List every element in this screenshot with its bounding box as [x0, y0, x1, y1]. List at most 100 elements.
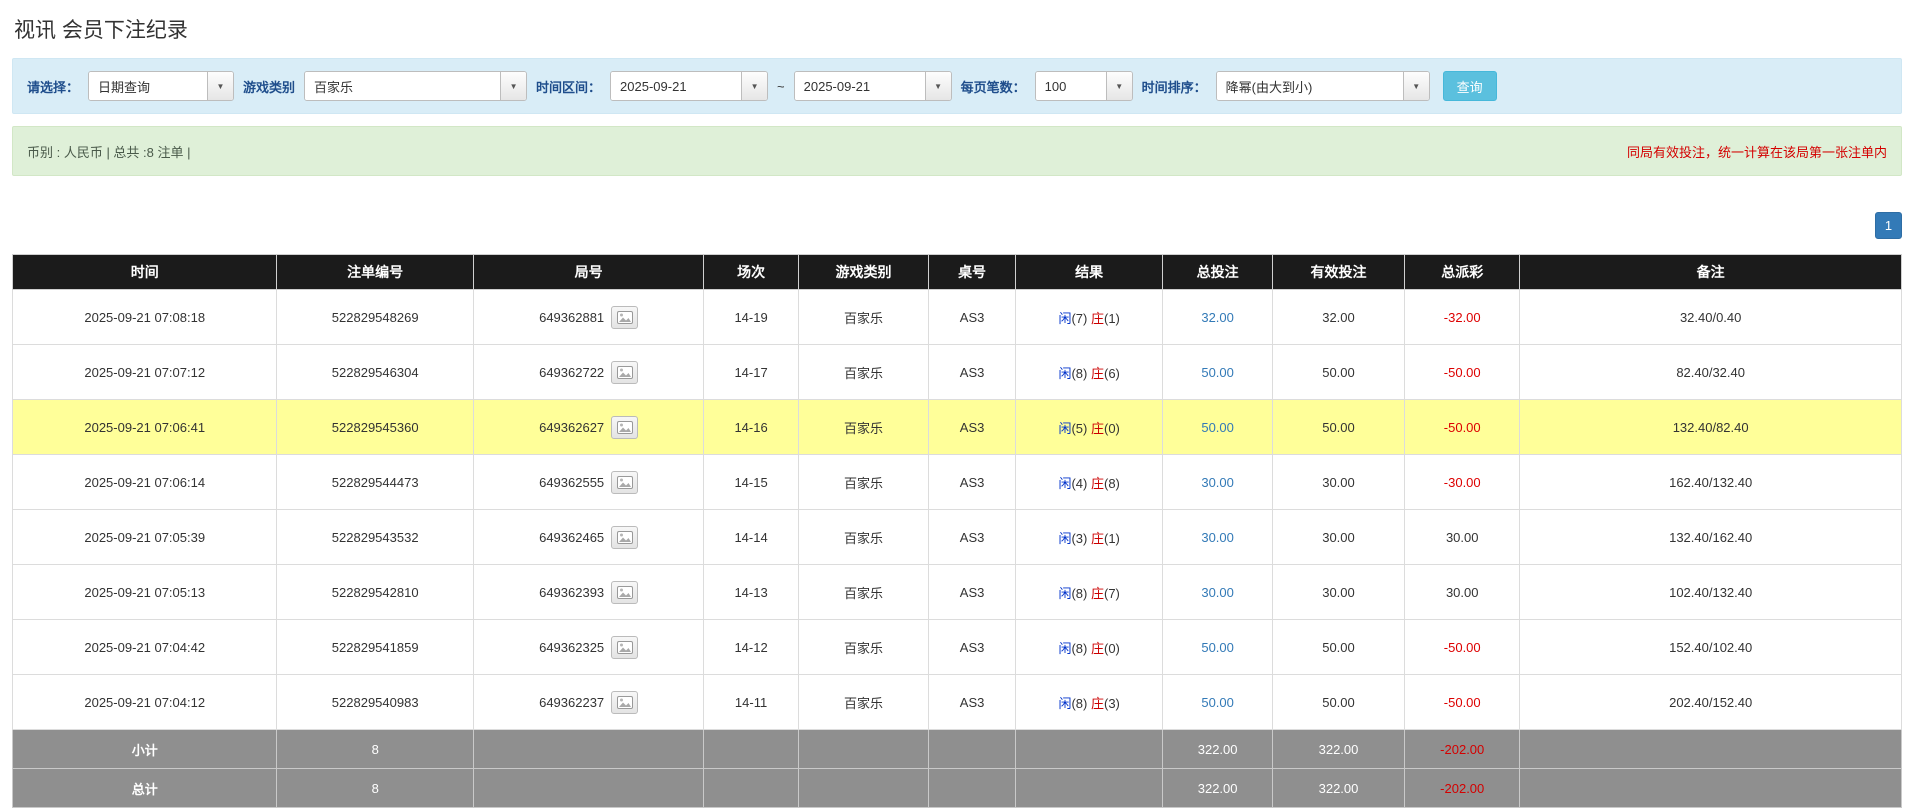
date-from-picker[interactable]: 2025-09-21 ▼	[610, 71, 769, 101]
chevron-down-icon[interactable]: ▼	[1402, 72, 1429, 100]
total-bet-link[interactable]: 30.00	[1201, 585, 1234, 600]
round-cell: 649362393	[472, 564, 705, 620]
round-cell: 649362555	[472, 454, 705, 510]
round-detail-button[interactable]	[611, 305, 639, 329]
result-cell: 闲(8) 庄(7)	[1015, 564, 1164, 620]
subtotal-row-label-cell: 小计	[11, 729, 278, 769]
chevron-down-icon[interactable]: ▼	[741, 72, 768, 100]
time-cell: 2025-09-21 07:05:39	[11, 509, 278, 565]
chevron-down-icon[interactable]: ▼	[207, 72, 234, 100]
total-row-table-no-cell	[928, 768, 1017, 808]
chevron-down-icon[interactable]: ▼	[500, 72, 527, 100]
total-bet-link[interactable]: 50.00	[1201, 420, 1234, 435]
payout-cell: -50.00	[1404, 344, 1521, 400]
table-no-cell: AS3	[928, 674, 1017, 730]
time-cell: 2025-09-21 07:04:12	[11, 674, 278, 730]
date-to-picker[interactable]: 2025-09-21 ▼	[793, 71, 952, 101]
subtotal-row-total-bet-cell: 322.00	[1162, 729, 1273, 769]
banker-result-score: (3)	[1104, 695, 1120, 711]
total-row-round-cell	[472, 768, 705, 808]
chevron-down-icon[interactable]: ▼	[1105, 72, 1132, 100]
total-bet-cell[interactable]: 30.00	[1162, 509, 1273, 565]
session-cell: 14-17	[703, 344, 799, 400]
page-title: 视讯 会员下注纪录	[14, 19, 188, 42]
round-replay-icon	[616, 475, 633, 489]
column-header: 备注	[1519, 254, 1902, 290]
total-row: 总计 8 322.00 322.00 -202.00	[11, 768, 1902, 808]
time-range-label: 时间区间：	[536, 79, 602, 95]
banker-result-score: (0)	[1104, 420, 1120, 436]
round-number: 649362237	[539, 694, 605, 710]
round-detail-button[interactable]	[611, 635, 639, 659]
total-row-game-type-cell	[797, 768, 930, 808]
page-number-button[interactable]: 1	[1875, 212, 1902, 239]
result-cell: 闲(8) 庄(0)	[1015, 619, 1164, 675]
total-bet-link[interactable]: 50.00	[1201, 640, 1234, 655]
chevron-down-icon[interactable]: ▼	[924, 72, 951, 100]
total-row-session-cell	[703, 768, 799, 808]
banker-result-label: 庄	[1090, 420, 1104, 436]
round-replay-icon	[616, 640, 633, 654]
banker-result-label: 庄	[1090, 530, 1104, 546]
round-replay-icon	[616, 310, 633, 324]
round-number: 649362627	[539, 419, 605, 435]
total-bet-link[interactable]: 30.00	[1201, 530, 1234, 545]
total-bet-link[interactable]: 50.00	[1201, 365, 1234, 380]
remark-cell: 152.40/102.40	[1519, 619, 1902, 675]
result-cell: 闲(8) 庄(6)	[1015, 344, 1164, 400]
total-bet-cell[interactable]: 32.00	[1162, 289, 1273, 345]
search-button[interactable]: 查询	[1442, 71, 1497, 101]
game-type-cell: 百家乐	[797, 619, 930, 675]
total-bet-cell[interactable]: 30.00	[1162, 454, 1273, 510]
round-detail-button[interactable]	[611, 525, 639, 549]
total-bet-cell[interactable]: 30.00	[1162, 564, 1273, 620]
sort-select[interactable]: 降幂(由大到小) ▼	[1215, 71, 1430, 101]
sort-label: 时间排序：	[1141, 79, 1207, 95]
round-detail-button[interactable]	[611, 470, 639, 494]
total-bet-cell[interactable]: 50.00	[1162, 619, 1273, 675]
table-no-cell: AS3	[928, 509, 1017, 565]
bet-id-cell: 522829540983	[276, 674, 474, 730]
round-detail-button[interactable]	[611, 415, 639, 439]
remark-cell: 82.40/32.40	[1519, 344, 1902, 400]
result-cell: 闲(8) 庄(3)	[1015, 674, 1164, 730]
date-range-separator: ~	[777, 78, 785, 94]
round-replay-icon	[616, 365, 633, 379]
game-type-cell: 百家乐	[797, 509, 930, 565]
column-header: 有效投注	[1271, 254, 1406, 290]
session-cell: 14-15	[703, 454, 799, 510]
query-type-label: 请选择：	[27, 79, 80, 95]
remark-cell: 102.40/132.40	[1519, 564, 1902, 620]
round-detail-button[interactable]	[611, 580, 639, 604]
banker-result-label: 庄	[1090, 365, 1104, 381]
valid-bet-notice: 同局有效投注，统一计算在该局第一张注单内	[1626, 144, 1887, 160]
total-bet-cell[interactable]: 50.00	[1162, 344, 1273, 400]
round-replay-icon	[616, 695, 633, 709]
valid-bet-cell: 30.00	[1271, 509, 1406, 565]
query-type-select[interactable]: 日期查询 ▼	[88, 71, 235, 101]
table-row: 2025-09-21 07:04:42 522829541859 649362325…	[11, 619, 1902, 675]
total-bet-cell[interactable]: 50.00	[1162, 674, 1273, 730]
subtotal-row-payout-cell: -202.00	[1404, 729, 1521, 769]
time-cell: 2025-09-21 07:07:12	[11, 344, 278, 400]
game-type-select[interactable]: 百家乐 ▼	[304, 71, 528, 101]
table-no-cell: AS3	[928, 619, 1017, 675]
round-number: 649362325	[539, 639, 605, 655]
total-bet-link[interactable]: 32.00	[1201, 310, 1234, 325]
total-bet-link[interactable]: 30.00	[1201, 475, 1234, 490]
table-no-cell: AS3	[928, 564, 1017, 620]
table-row: 2025-09-21 07:05:39 522829543532 649362465…	[11, 509, 1902, 565]
banker-result-label: 庄	[1090, 640, 1104, 656]
total-bet-link[interactable]: 50.00	[1201, 695, 1234, 710]
session-cell: 14-12	[703, 619, 799, 675]
session-cell: 14-14	[703, 509, 799, 565]
table-row: 2025-09-21 07:06:41 522829545360 649362627…	[11, 399, 1902, 455]
table-no-cell: AS3	[928, 399, 1017, 455]
round-detail-button[interactable]	[611, 360, 639, 384]
session-cell: 14-19	[703, 289, 799, 345]
total-row-valid-bet-cell: 322.00	[1271, 768, 1406, 808]
total-bet-cell[interactable]: 50.00	[1162, 399, 1273, 455]
round-detail-button[interactable]	[611, 690, 639, 714]
round-cell: 649362627	[472, 399, 705, 455]
page-size-input[interactable]	[1035, 72, 1106, 100]
